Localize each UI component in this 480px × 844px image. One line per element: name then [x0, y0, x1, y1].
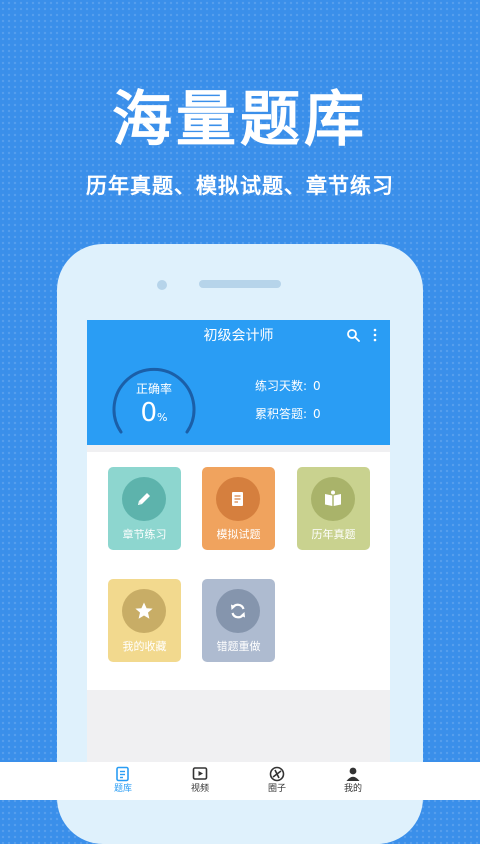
past-exams-button[interactable]: 历年真题	[297, 467, 370, 550]
nav-item-circle[interactable]: 圈子	[247, 762, 307, 800]
mock-exam-button[interactable]: 模拟试题	[202, 467, 275, 550]
app-header: 初级会计师 正确率 0% 练习天数: 0 累积答题: 0	[87, 320, 390, 445]
nav-label: 题库	[113, 784, 132, 794]
practice-days-stat: 练习天数: 0	[255, 378, 321, 394]
more-vertical-icon[interactable]	[372, 328, 378, 342]
nav-item-profile[interactable]: 我的	[323, 762, 383, 800]
mock-exam-label: 模拟试题	[216, 528, 261, 541]
total-answers-stat: 累积答题: 0	[255, 406, 321, 422]
chapter-practice-button[interactable]: 章节练习	[108, 467, 181, 550]
phone-screen: 初级会计师 正确率 0% 练习天数: 0 累积答题: 0 章节练习 模拟试题 历…	[87, 320, 390, 800]
phone-speaker	[199, 280, 281, 288]
favorites-button[interactable]: 我的收藏	[108, 579, 181, 662]
practice-days-value: 0	[313, 379, 321, 393]
practice-days-label: 练习天数:	[255, 379, 308, 393]
chapter-practice-label: 章节练习	[122, 528, 167, 541]
app-title: 初级会计师	[203, 328, 274, 344]
video-icon	[192, 767, 208, 780]
total-answers-value: 0	[313, 407, 321, 421]
document-icon	[216, 477, 260, 521]
past-exams-label: 历年真题	[311, 528, 356, 541]
accuracy-unit: %	[157, 411, 168, 424]
book-icon	[311, 477, 355, 521]
promo-headline: 海量题库	[112, 85, 368, 155]
star-icon	[122, 589, 166, 633]
wrong-answers-redo-button[interactable]: 错题重做	[202, 579, 275, 662]
accuracy-value: 0%	[109, 396, 199, 435]
accuracy-number: 0	[140, 398, 158, 428]
promo-subline: 历年真题、模拟试题、章节练习	[86, 174, 394, 198]
wrong-answers-redo-label: 错题重做	[216, 640, 261, 653]
accuracy-label: 正确率	[135, 382, 172, 396]
refresh-icon	[216, 589, 260, 633]
pencil-icon	[122, 477, 166, 521]
nav-item-video[interactable]: 视频	[170, 762, 230, 800]
search-icon[interactable]	[346, 328, 360, 342]
circle-community-icon	[269, 766, 285, 782]
nav-label: 我的	[343, 784, 362, 794]
nav-item-question-bank[interactable]: 题库	[93, 762, 153, 800]
total-answers-label: 累积答题:	[255, 407, 308, 421]
profile-icon	[346, 767, 360, 781]
phone-camera	[157, 280, 167, 290]
feature-grid: 章节练习 模拟试题 历年真题 我的收藏 错题重做	[87, 452, 390, 690]
nav-label: 圈子	[267, 784, 286, 794]
nav-label: 视频	[190, 784, 209, 794]
question-bank-icon	[116, 766, 129, 782]
bottom-nav: 题库 视频 圈子 我的	[0, 762, 480, 800]
favorites-label: 我的收藏	[122, 640, 167, 653]
